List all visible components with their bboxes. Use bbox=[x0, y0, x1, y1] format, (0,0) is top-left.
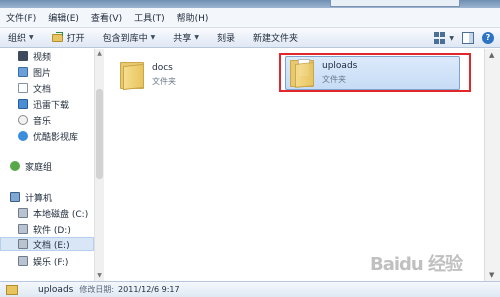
music-icon bbox=[18, 115, 28, 125]
computer-icon bbox=[10, 192, 20, 202]
include-in-library-label: 包含到库中 bbox=[102, 34, 148, 44]
file-type: 文件夹 bbox=[152, 77, 176, 86]
folder-icon bbox=[6, 284, 18, 295]
nav-item-computer[interactable]: 计算机 bbox=[10, 190, 52, 204]
menu-help[interactable]: 帮助(H) bbox=[177, 11, 209, 24]
chevron-down-icon: ▼ bbox=[194, 34, 199, 41]
help-icon[interactable]: ? bbox=[482, 32, 494, 44]
scroll-down-icon[interactable]: ▼ bbox=[489, 271, 494, 279]
nav-item-label: 软件 (D:) bbox=[33, 225, 71, 236]
homegroup-icon bbox=[10, 161, 20, 171]
status-item-name: uploads bbox=[38, 284, 74, 295]
nav-item-youku-library[interactable]: 优酷影视库 bbox=[18, 129, 78, 143]
document-icon bbox=[18, 83, 28, 93]
nav-scrollbar[interactable]: ▲ ▼ bbox=[94, 49, 104, 281]
nav-item-documents[interactable]: 文档 bbox=[18, 81, 51, 95]
menu-edit[interactable]: 编辑(E) bbox=[48, 11, 79, 24]
status-modified-label: 修改日期: bbox=[79, 285, 115, 294]
nav-item-label: 娱乐 (F:) bbox=[33, 257, 69, 268]
burn-button[interactable]: 刻录 bbox=[217, 31, 235, 44]
address-bar[interactable] bbox=[330, 0, 460, 7]
scroll-down-icon[interactable]: ▼ bbox=[96, 272, 103, 280]
nav-item-music[interactable]: 音乐 bbox=[18, 113, 51, 127]
nav-item-label: 优酷影视库 bbox=[33, 132, 79, 143]
video-icon bbox=[18, 51, 28, 61]
title-bar bbox=[0, 0, 500, 8]
nav-item-label: 文档 bbox=[33, 84, 52, 95]
drive-icon bbox=[18, 224, 28, 234]
command-bar: 组织 ▼ 打开 包含到库中 ▼ 共享 ▼ 刻录 新建文件夹 ▼ ? bbox=[0, 28, 500, 48]
nav-item-homegroup[interactable]: 家庭组 bbox=[10, 159, 52, 173]
burn-label: 刻录 bbox=[216, 34, 235, 44]
nav-item-label: 迅雷下载 bbox=[33, 100, 70, 111]
watermark: Baidu 经验 bbox=[370, 254, 463, 275]
nav-item-drive-c[interactable]: 本地磁盘 (C:) bbox=[18, 206, 88, 220]
scroll-up-icon[interactable]: ▲ bbox=[96, 50, 103, 58]
nav-item-label: 文档 (E:) bbox=[33, 240, 70, 251]
navigation-pane: 视频 图片 文档 迅雷下载 音乐 优酷影视库 家庭组 计算机 本地磁盘 (C:)… bbox=[0, 49, 104, 281]
file-name: docs bbox=[152, 63, 173, 73]
nav-item-drive-f[interactable]: 娱乐 (F:) bbox=[18, 254, 68, 268]
include-in-library-button[interactable]: 包含到库中 ▼ bbox=[103, 31, 156, 44]
nav-item-label: 计算机 bbox=[25, 193, 53, 204]
download-icon bbox=[18, 99, 28, 109]
highlight-box bbox=[279, 53, 471, 92]
share-label: 共享 bbox=[173, 34, 192, 44]
nav-item-label: 本地磁盘 (C:) bbox=[33, 209, 89, 220]
nav-item-label: 视频 bbox=[33, 52, 52, 63]
preview-pane-icon[interactable] bbox=[462, 32, 474, 44]
nav-item-pictures[interactable]: 图片 bbox=[18, 65, 51, 79]
new-folder-button[interactable]: 新建文件夹 bbox=[253, 31, 298, 44]
chevron-down-icon[interactable]: ▼ bbox=[449, 35, 454, 42]
menu-tools[interactable]: 工具(T) bbox=[134, 11, 165, 24]
nav-item-xunlei-downloads[interactable]: 迅雷下载 bbox=[18, 97, 69, 111]
organize-button[interactable]: 组织 ▼ bbox=[8, 31, 34, 44]
status-modified-value: 2011/12/6 9:17 bbox=[118, 285, 180, 294]
menu-file[interactable]: 文件(F) bbox=[6, 11, 36, 24]
drive-icon bbox=[18, 256, 28, 266]
drive-icon bbox=[18, 239, 28, 249]
organize-label: 组织 bbox=[8, 34, 27, 44]
library-icon bbox=[18, 131, 28, 141]
nav-item-drive-d[interactable]: 软件 (D:) bbox=[18, 222, 71, 236]
main-scrollbar[interactable]: ▲ ▼ bbox=[484, 49, 500, 281]
share-button[interactable]: 共享 ▼ bbox=[173, 31, 199, 44]
drive-icon bbox=[18, 208, 28, 218]
status-bar: uploads 修改日期: 2011/12/6 9:17 bbox=[0, 281, 500, 297]
chevron-down-icon: ▼ bbox=[29, 34, 34, 41]
scroll-up-icon[interactable]: ▲ bbox=[489, 51, 494, 59]
nav-item-label: 音乐 bbox=[33, 116, 52, 127]
list-item[interactable]: docs 文件夹 bbox=[120, 57, 270, 93]
chevron-down-icon: ▼ bbox=[150, 34, 156, 41]
open-button[interactable]: 打开 bbox=[51, 31, 85, 44]
views-icon[interactable] bbox=[434, 32, 446, 44]
menu-bar: 文件(F) 编辑(E) 查看(V) 工具(T) 帮助(H) bbox=[0, 8, 500, 28]
nav-scroll-thumb[interactable] bbox=[96, 89, 103, 179]
nav-item-label: 家庭组 bbox=[25, 162, 53, 173]
nav-item-label: 图片 bbox=[33, 68, 52, 79]
menu-view[interactable]: 查看(V) bbox=[91, 11, 122, 24]
open-label: 打开 bbox=[66, 34, 85, 44]
nav-item-drive-e[interactable]: 文档 (E:) bbox=[0, 237, 94, 251]
new-folder-label: 新建文件夹 bbox=[252, 34, 298, 44]
nav-item-videos[interactable]: 视频 bbox=[18, 49, 51, 63]
picture-icon bbox=[18, 67, 28, 77]
toolbar-right-controls: ▼ ? bbox=[426, 32, 494, 44]
open-folder-icon bbox=[51, 31, 63, 42]
folder-icon bbox=[120, 60, 146, 91]
